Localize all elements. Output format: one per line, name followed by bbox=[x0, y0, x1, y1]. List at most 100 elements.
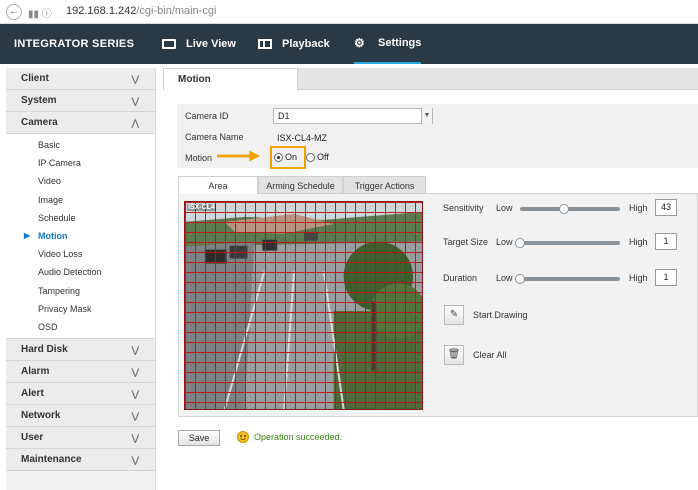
url-field[interactable]: 192.168.1.242/cgi-bin/main-cgi bbox=[66, 5, 216, 17]
tab-arming-schedule[interactable]: Arming Schedule bbox=[258, 176, 343, 194]
chevron-down-icon: ⋁ bbox=[131, 455, 139, 466]
smiley-icon bbox=[237, 431, 249, 443]
status-message: Operation succeeded. bbox=[237, 431, 342, 443]
sidebar-group-label: Alarm bbox=[21, 366, 50, 378]
duration-value[interactable]: 1 bbox=[655, 269, 677, 286]
sidebar-group-alarm[interactable]: Alarm ⋁ bbox=[6, 361, 155, 384]
tab-trigger-actions[interactable]: Trigger Actions bbox=[343, 176, 426, 194]
nav-settings[interactable]: ⚙ Settings bbox=[354, 24, 422, 64]
sidebar-group-label: Client bbox=[21, 73, 49, 84]
sidebar-item-tampering[interactable]: Tampering bbox=[6, 282, 155, 300]
motion-on-radio[interactable] bbox=[274, 152, 283, 162]
motion-detection-grid[interactable] bbox=[185, 202, 422, 409]
motion-tabs: Area Arming Schedule Trigger Actions bbox=[178, 176, 698, 194]
sidebar-item-audio-detection[interactable]: Audio Detection bbox=[6, 263, 155, 281]
chevron-down-icon: ⋁ bbox=[131, 411, 139, 422]
page-info-icon[interactable]: ▮▮ ⓘ bbox=[28, 5, 52, 20]
sidebar-item-video[interactable]: Video bbox=[6, 172, 155, 190]
nav-settings-label: Settings bbox=[378, 37, 422, 49]
sensitivity-low-label: Low bbox=[496, 203, 513, 213]
sidebar-group-hard-disk[interactable]: Hard Disk ⋁ bbox=[6, 339, 155, 362]
sidebar-item-ip-camera[interactable]: IP Camera bbox=[6, 154, 155, 172]
sidebar-item-image[interactable]: Image bbox=[6, 191, 155, 209]
slider-thumb[interactable] bbox=[558, 204, 569, 214]
sidebar-group-label: Network bbox=[21, 410, 61, 422]
target-size-value[interactable]: 1 bbox=[655, 233, 677, 250]
back-arrow-icon[interactable]: ← bbox=[6, 4, 22, 20]
target-size-slider[interactable] bbox=[515, 238, 620, 248]
status-text: Operation succeeded. bbox=[254, 432, 343, 442]
sidebar-item-basic[interactable]: Basic bbox=[6, 136, 155, 154]
sensitivity-high-label: High bbox=[629, 203, 648, 213]
nav-live-view-label: Live View bbox=[186, 38, 236, 50]
url-path: /cgi-bin/main-cgi bbox=[136, 5, 217, 17]
target-size-label: Target Size bbox=[443, 237, 489, 247]
chevron-down-icon: ⋁ bbox=[131, 433, 139, 444]
motion-on-label: On bbox=[285, 152, 298, 162]
camera-id-select[interactable]: D1 ▼ bbox=[273, 108, 433, 124]
sidebar-group-label: System bbox=[21, 95, 57, 106]
duration-label: Duration bbox=[443, 273, 478, 283]
sidebar-item-video-loss[interactable]: Video Loss bbox=[6, 245, 155, 263]
tab-area[interactable]: Area bbox=[178, 176, 258, 194]
film-icon bbox=[258, 39, 272, 49]
camera-video-area[interactable]: ISX-CL4 bbox=[184, 201, 423, 410]
motion-off-label: Off bbox=[317, 152, 329, 162]
sidebar-group-user[interactable]: User ⋁ bbox=[6, 427, 155, 450]
sidebar-camera-items: Basic IP Camera Video Image Schedule ▶ Mo… bbox=[6, 134, 155, 340]
motion-label: Motion bbox=[185, 153, 213, 163]
nav-live-view[interactable]: Live View bbox=[162, 24, 236, 64]
target-size-high-label: High bbox=[629, 237, 648, 247]
sidebar-item-schedule[interactable]: Schedule bbox=[6, 209, 155, 227]
motion-off-radio[interactable] bbox=[306, 152, 316, 162]
sidebar: Client ⋁ System ⋁ Camera ⋀ Basic IP Camera … bbox=[6, 68, 156, 490]
sidebar-group-label: Camera bbox=[21, 117, 58, 128]
sidebar-group-label: Maintenance bbox=[21, 454, 82, 466]
motion-radio-group: On Off bbox=[274, 146, 329, 168]
gear-icon: ⚙ bbox=[354, 36, 365, 50]
monitor-icon bbox=[162, 39, 176, 49]
nav-playback[interactable]: Playback bbox=[258, 24, 330, 64]
duration-high-label: High bbox=[629, 273, 648, 283]
title-bar-fill bbox=[298, 68, 698, 90]
sidebar-group-maintenance[interactable]: Maintenance ⋁ bbox=[6, 449, 155, 472]
sensitivity-value[interactable]: 43 bbox=[655, 199, 677, 216]
clear-all-button[interactable]: 🗑 bbox=[444, 345, 464, 365]
sensitivity-slider[interactable] bbox=[520, 204, 620, 214]
sidebar-group-label: Hard Disk bbox=[21, 344, 68, 356]
slider-thumb[interactable] bbox=[515, 274, 525, 284]
slider-thumb[interactable] bbox=[515, 238, 525, 248]
sidebar-item-osd[interactable]: OSD bbox=[6, 318, 155, 336]
sidebar-group-label: User bbox=[21, 432, 44, 444]
duration-slider[interactable] bbox=[515, 274, 620, 284]
chevron-up-icon: ⋀ bbox=[131, 118, 139, 128]
chevron-down-icon: ⋁ bbox=[131, 345, 139, 356]
sidebar-group-label: Alert bbox=[21, 388, 44, 400]
sidebar-item-motion[interactable]: ▶ Motion bbox=[6, 227, 155, 245]
url-host: 192.168.1.242 bbox=[66, 5, 137, 17]
sidebar-group-camera[interactable]: Camera ⋀ bbox=[6, 112, 155, 134]
chevron-down-icon: ▼ bbox=[421, 108, 432, 124]
sidebar-item-label: Motion bbox=[38, 230, 68, 241]
pencil-icon: ✎ bbox=[449, 309, 459, 320]
sidebar-group-alert[interactable]: Alert ⋁ bbox=[6, 383, 155, 406]
sidebar-group-system[interactable]: System ⋁ bbox=[6, 90, 155, 112]
active-marker-icon: ▶ bbox=[24, 230, 31, 240]
annotation-arrow-icon bbox=[217, 150, 261, 162]
sidebar-item-privacy-mask[interactable]: Privacy Mask bbox=[6, 300, 155, 318]
start-drawing-button[interactable]: ✎ bbox=[444, 305, 464, 325]
browser-address-bar: ← ▮▮ ⓘ 192.168.1.242/cgi-bin/main-cgi bbox=[0, 0, 698, 24]
camera-id-label: Camera ID bbox=[185, 111, 229, 121]
brand-title: INTEGRATOR SERIES bbox=[14, 38, 135, 50]
sidebar-group-client[interactable]: Client ⋁ bbox=[6, 68, 155, 90]
save-button[interactable]: Save bbox=[178, 430, 220, 446]
start-drawing-label[interactable]: Start Drawing bbox=[473, 310, 528, 320]
sensitivity-label: Sensitivity bbox=[443, 203, 484, 213]
clear-all-label[interactable]: Clear All bbox=[473, 350, 507, 360]
video-osd-text: ISX-CL4 bbox=[187, 204, 216, 211]
camera-name-label: Camera Name bbox=[185, 132, 244, 142]
target-size-low-label: Low bbox=[496, 237, 513, 247]
chevron-down-icon: ⋁ bbox=[131, 96, 139, 106]
nav-playback-label: Playback bbox=[282, 38, 330, 50]
sidebar-group-network[interactable]: Network ⋁ bbox=[6, 405, 155, 428]
